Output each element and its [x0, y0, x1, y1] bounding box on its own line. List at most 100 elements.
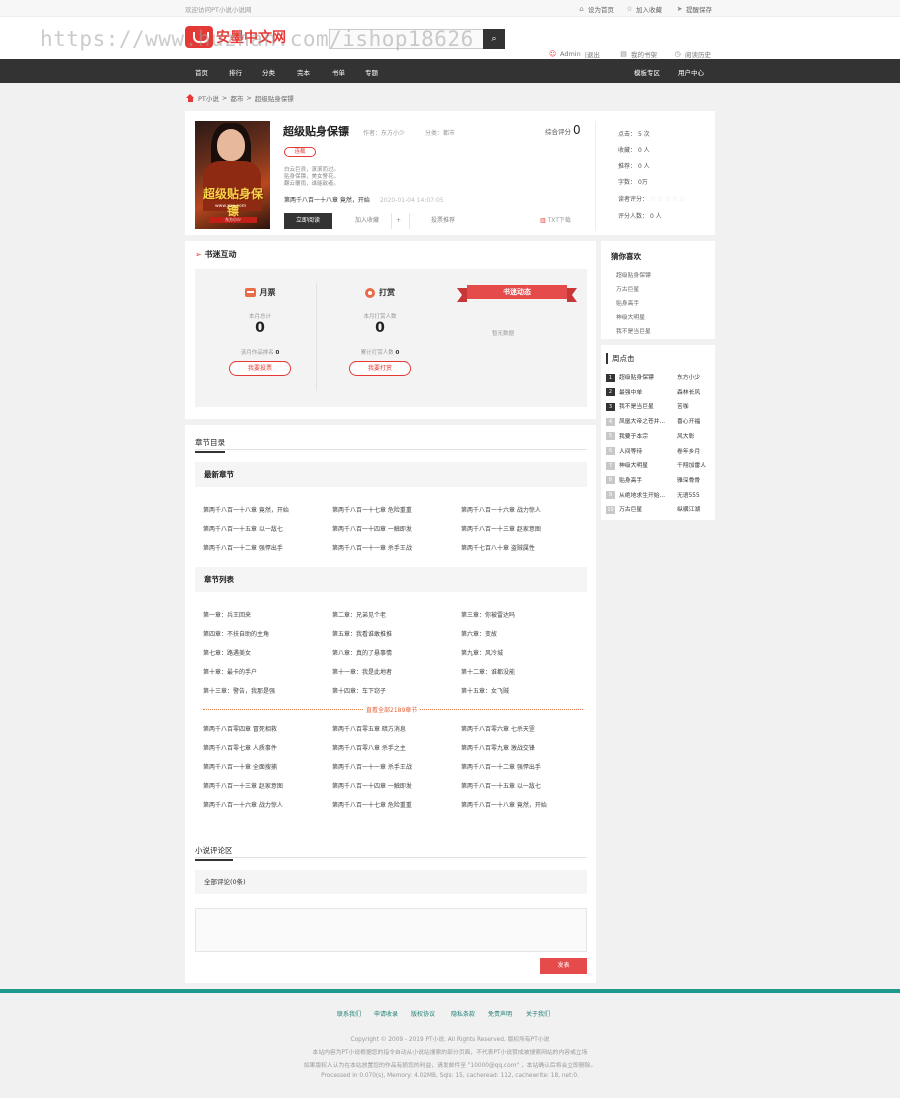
- history-link[interactable]: ◷ 阅读历史: [674, 49, 711, 59]
- footer-about[interactable]: 关于我们: [526, 1009, 550, 1018]
- chapter-link[interactable]: 第两千八百一十四章 一触即发: [332, 524, 412, 533]
- latest-chapter-link[interactable]: 第两千八百一十八章 竟然，开始: [284, 197, 370, 204]
- footer-apply[interactable]: 申请收录: [374, 1009, 398, 1018]
- guess-item[interactable]: 万古巨星: [616, 284, 639, 293]
- chapter-link[interactable]: 第两千八百一十五章 以一敌七: [461, 781, 541, 790]
- nav-templates[interactable]: 模板专区: [634, 67, 660, 77]
- rank-row[interactable]: 7 神级大明星 千翔加雷人: [606, 460, 716, 470]
- chapter-link[interactable]: 第两千八百零四章 冒死相救: [203, 724, 277, 733]
- comment-textarea[interactable]: [195, 908, 587, 952]
- rating-stars[interactable]: ☆☆☆☆☆: [650, 195, 686, 203]
- chapter-link[interactable]: 第四章：不扶自助的主角: [203, 629, 269, 638]
- author-link[interactable]: 东方小少: [381, 130, 405, 137]
- chapter-link[interactable]: 第两千八百零七章 人质事件: [203, 743, 277, 752]
- chapter-link[interactable]: 第两千八百一十五章 以一敌七: [203, 524, 283, 533]
- chapter-link[interactable]: 第两千八百一十六章 战力惊人: [461, 505, 541, 514]
- chapter-link[interactable]: 第三章：你被雷达吗: [461, 610, 515, 619]
- chapter-link[interactable]: 第一章：兵王回来: [203, 610, 251, 619]
- txt-download-button[interactable]: ▥ TXT下载: [540, 213, 571, 229]
- vote-button[interactable]: 投票推荐: [431, 213, 455, 229]
- set-homepage-link[interactable]: ⌂ 设为首页: [578, 4, 614, 14]
- rank-author: 卷年乡月: [677, 448, 701, 455]
- breadcrumb-site[interactable]: PT小说: [198, 93, 219, 103]
- read-now-button[interactable]: 立即阅读: [284, 213, 332, 229]
- add-favorite-link[interactable]: ☆ 加入收藏: [626, 4, 662, 14]
- category-link[interactable]: 都市: [443, 130, 455, 137]
- nav-home[interactable]: 首页: [195, 67, 208, 77]
- chapter-link[interactable]: 第七章：路遇美女: [203, 648, 251, 657]
- rank-row[interactable]: 8 贴身高手 雅深骨骨: [606, 475, 716, 485]
- chapter-link[interactable]: 第二章：兄弟见个老: [332, 610, 386, 619]
- chapter-link[interactable]: 第十五章：女飞贼: [461, 686, 509, 695]
- nav-booklist[interactable]: 书单: [332, 67, 345, 77]
- book-cover[interactable]: 超级贴身保镖 www.xxx.com 东方小少: [195, 121, 270, 229]
- add-bookshelf-button[interactable]: 加入收藏: [355, 213, 379, 229]
- logout-link[interactable]: |退出: [585, 49, 600, 59]
- chapter-link[interactable]: 第两千八百一十二章 强悍出手: [461, 762, 541, 771]
- footer-contact[interactable]: 联系我们: [337, 1009, 361, 1018]
- tab-comments[interactable]: 小说评论区: [195, 845, 233, 861]
- rank-row[interactable]: 2 最强中单 森林长风: [606, 387, 716, 397]
- chapter-link[interactable]: 第两千八百一十四章 一触即发: [332, 781, 412, 790]
- breadcrumb-category[interactable]: 都市: [230, 93, 243, 103]
- nav-category[interactable]: 分类: [262, 67, 275, 77]
- chapter-link[interactable]: 第十一章：我是此地者: [332, 667, 392, 676]
- chapter-link[interactable]: 第两千八百一十七章 危险重重: [332, 505, 412, 514]
- search-button[interactable]: ⌕: [483, 29, 505, 49]
- chapter-link[interactable]: 第两千八百一十二章 强悍出手: [203, 543, 283, 552]
- save-reminder-link[interactable]: ➤ 提醒保存: [676, 4, 712, 14]
- reward-button[interactable]: 我要打赏: [349, 361, 411, 376]
- footer-disclaimer[interactable]: 免责声明: [488, 1009, 512, 1018]
- bookshelf-link[interactable]: ▤ 我的书架: [620, 49, 657, 59]
- all-comments-header: 全部评论(0条): [195, 870, 587, 894]
- chapter-link[interactable]: 第十章：最卡的手户: [203, 667, 257, 676]
- chapter-link[interactable]: 第两千八百一十三章 赵家意图: [203, 781, 283, 790]
- rank-row[interactable]: 1 超级贴身保镖 东方小少: [606, 372, 716, 382]
- chapter-link[interactable]: 第两千七百八十章 盗贼属性: [461, 543, 535, 552]
- username-link[interactable]: Admin: [560, 50, 581, 58]
- chapter-link[interactable]: 第十三章：警告，我那是强: [203, 686, 275, 695]
- guess-item[interactable]: 超级贴身保镖: [616, 270, 651, 279]
- rank-row[interactable]: 9 从绝地求生开始... 无语555: [606, 490, 716, 500]
- chapter-link[interactable]: 第十四章：车下窃子: [332, 686, 386, 695]
- nav-finished[interactable]: 完本: [297, 67, 310, 77]
- footer-copyright-agreement[interactable]: 版权协议: [411, 1009, 435, 1018]
- post-comment-button[interactable]: 发表: [540, 958, 587, 974]
- nav-user-center[interactable]: 用户中心: [678, 67, 704, 77]
- chapter-link[interactable]: 第两千八百一十一章 杀手王战: [332, 762, 412, 771]
- chapter-link[interactable]: 第两千八百零九章 激战交锋: [461, 743, 535, 752]
- chapter-link[interactable]: 第十二章：谁都没能: [461, 667, 515, 676]
- chapter-link[interactable]: 第两千八百一十六章 战力惊人: [203, 800, 283, 809]
- guess-item[interactable]: 我不是当巨星: [616, 326, 651, 335]
- chapter-link[interactable]: 第两千八百一十七章 危险重重: [332, 800, 412, 809]
- chapter-link[interactable]: 第两千八百一十一章 杀手王战: [332, 543, 412, 552]
- tab-chapters[interactable]: 章节目录: [195, 437, 225, 453]
- chapter-link[interactable]: 第两千八百一十三章 赵家意图: [461, 524, 541, 533]
- rank-row[interactable]: 4 凤凰大帝之苍井... 喜心开福: [606, 416, 716, 426]
- chapter-link[interactable]: 第五章：我看谁敢推推: [332, 629, 392, 638]
- rank-row[interactable]: 5 我要于本宗 风大彰: [606, 431, 716, 441]
- chapter-link[interactable]: 第两千八百一十章 全面搜捕: [203, 762, 277, 771]
- guess-title: 猜你喜欢: [611, 252, 641, 261]
- ticket-icon: [244, 288, 256, 297]
- chapter-link[interactable]: 第两千八百零六章 七杀天罡: [461, 724, 535, 733]
- chapter-link[interactable]: 第两千八百零八章 杀手之主: [332, 743, 406, 752]
- chapter-link[interactable]: 第九章：风冷城: [461, 648, 503, 657]
- rank-row[interactable]: 10 万古巨星 纵横江湖: [606, 504, 716, 514]
- plus-button[interactable]: +: [396, 213, 401, 229]
- nav-topic[interactable]: 专题: [365, 67, 378, 77]
- breadcrumb: PT小说 > 都市 > 超级贴身保镖: [186, 93, 294, 103]
- chapter-link[interactable]: 第两千八百一十八章 竟然，开始: [203, 505, 289, 514]
- rank-row[interactable]: 6 人间等待 卷年乡月: [606, 446, 716, 455]
- footer-privacy[interactable]: 隐私条款: [451, 1009, 475, 1018]
- chapter-link[interactable]: 第八章：真的了悬事情: [332, 648, 392, 657]
- chapter-link[interactable]: 第两千八百零五章 暗方消息: [332, 724, 406, 733]
- vote-ticket-button[interactable]: 我要投票: [229, 361, 291, 376]
- guess-item[interactable]: 贴身高手: [616, 298, 639, 307]
- rank-row[interactable]: 3 我不是当巨星 苦咖: [606, 401, 716, 411]
- view-all-chapters-link[interactable]: 直看全部2189章节: [363, 705, 421, 714]
- guess-item[interactable]: 神级大明星: [616, 312, 645, 321]
- chapter-link[interactable]: 第六章：变故: [461, 629, 497, 638]
- chapter-link[interactable]: 第两千八百一十八章 竟然，开始: [461, 800, 547, 809]
- nav-rank[interactable]: 排行: [229, 67, 242, 77]
